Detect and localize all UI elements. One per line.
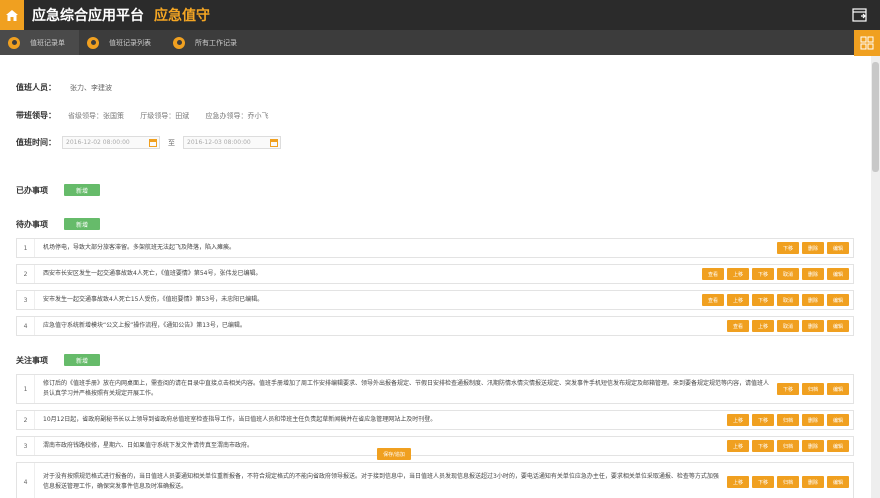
delete-button[interactable]: 删除 [802,320,824,332]
tab-all-work-records[interactable]: 所有工作记录 [165,30,251,55]
tab-duty-record[interactable]: 值班记录单 [0,30,79,55]
delete-button[interactable]: 删除 [802,476,824,488]
tab-bar: 值班记录单 值班记录列表 所有工作记录 [0,30,880,55]
add-done-button[interactable]: 新增 [64,184,100,196]
edit-button[interactable]: 编辑 [827,383,849,395]
start-date-input[interactable]: 2016-12-02 08:00:00 [62,136,160,149]
list-item: 4 应急值守系统新增模块“公文上报”操作流程，《通知公告》第13号，已编辑。 查… [16,316,854,336]
cancel-button[interactable]: 取消 [777,320,799,332]
calendar-icon[interactable] [149,139,157,147]
grid-menu-icon[interactable] [854,30,880,56]
list-icon [87,36,99,49]
move-up-button[interactable]: 上移 [752,320,774,332]
duty-personnel-row: 值班人员： 张力、李建波 [16,82,112,93]
list-item: 2 西安市长安区发生一起交通事故致4人死亡，《值班要情》第54号，张伟龙已编辑。… [16,264,854,284]
save-append-button[interactable]: 保存/追加 [377,448,411,460]
exit-icon[interactable] [852,7,868,22]
move-up-button[interactable]: 上移 [727,440,749,452]
leaders-label: 带班领导： [16,111,56,120]
move-down-button[interactable]: 下移 [752,414,774,426]
scrollbar[interactable] [871,56,880,498]
move-down-button[interactable]: 下移 [752,268,774,280]
tab-label: 值班记录单 [30,38,65,47]
list-item: 1 修订后的《值班手册》放在内网桌面上，需查阅的请在目录中直接点击相关内容。值班… [16,374,854,404]
move-down-button[interactable]: 下移 [752,294,774,306]
end-date-input[interactable]: 2016-12-03 08:00:00 [183,136,281,149]
view-button[interactable]: 查看 [702,268,724,280]
edit-button[interactable]: 编辑 [827,440,849,452]
done-label: 已办事项 [16,185,48,195]
home-icon[interactable] [0,0,24,30]
move-down-button[interactable]: 下移 [752,476,774,488]
archive-button[interactable]: 归档 [802,383,824,395]
list-item: 4 对于没有按照规范格式进行报备的，当日值班人员要通知相关单位重新报备，不符合规… [16,462,854,498]
delete-button[interactable]: 删除 [802,268,824,280]
personnel-label: 值班人员： [16,83,56,92]
cancel-button[interactable]: 取消 [777,294,799,306]
edit-button[interactable]: 编辑 [827,294,849,306]
personnel-value: 张力、李建波 [70,83,112,92]
main-content: 值班人员： 张力、李建波 带班领导： 省级领导：张国策 厅级领导：田斌 应急办领… [0,56,871,498]
focus-label: 关注事项 [16,355,48,365]
add-focus-button[interactable]: 新增 [64,354,100,366]
provincial-leader: 省级领导：张国策 [68,111,124,120]
cancel-button[interactable]: 取消 [777,268,799,280]
delete-button[interactable]: 删除 [802,294,824,306]
to-label: 至 [168,138,175,147]
app-title: 应急综合应用平台 [32,8,144,24]
view-button[interactable]: 查看 [702,294,724,306]
move-down-button[interactable]: 下移 [777,383,799,395]
move-down-button[interactable]: 下移 [752,440,774,452]
edit-button[interactable]: 编辑 [827,320,849,332]
delete-button[interactable]: 删除 [802,242,824,254]
scroll-thumb[interactable] [872,62,879,172]
records-icon [173,36,185,49]
delete-button[interactable]: 删除 [802,440,824,452]
tab-duty-record-list[interactable]: 值班记录列表 [79,30,165,55]
app-subtitle: 应急值守 [154,8,210,24]
archive-button[interactable]: 归档 [777,476,799,488]
leaders-list: 省级领导：张国策 厅级领导：田斌 应急办领导：乔小飞 [68,111,282,121]
archive-button[interactable]: 归档 [777,440,799,452]
done-section: 已办事项 新增 [16,184,100,196]
move-down-button[interactable]: 下移 [777,242,799,254]
move-up-button[interactable]: 上移 [727,294,749,306]
edit-button[interactable]: 编辑 [827,268,849,280]
focus-section: 关注事项 新增 [16,354,100,366]
time-label: 值班时间： [16,138,56,147]
edit-button[interactable]: 编辑 [827,476,849,488]
move-up-button[interactable]: 上移 [727,414,749,426]
emergency-office-leader: 应急办领导：乔小飞 [205,111,269,120]
leaders-row: 带班领导： 省级领导：张国策 厅级领导：田斌 应急办领导：乔小飞 [16,110,282,121]
list-item: 3 安市发生一起交通事故致4人死亡15人受伤，《值班要情》第53号，未忠阳已编辑… [16,290,854,310]
list-item: 3 渭南市政府钱路校修，星期六、日如果值守系统下发文件请传真至渭南市政府。 上移… [16,436,854,456]
edit-button[interactable]: 编辑 [827,414,849,426]
list-item: 2 10月12日起，省政府副秘书长以上领导到省政府总值班室检查指导工作，当日值班… [16,410,854,430]
move-up-button[interactable]: 上移 [727,268,749,280]
add-todo-button[interactable]: 新增 [64,218,100,230]
edit-button[interactable]: 编辑 [827,242,849,254]
delete-button[interactable]: 删除 [802,414,824,426]
todo-label: 待办事项 [16,219,48,229]
department-leader: 厅级领导：田斌 [140,111,190,120]
archive-button[interactable]: 归档 [777,414,799,426]
record-icon [8,36,20,49]
calendar-icon[interactable] [270,139,278,147]
tab-label: 值班记录列表 [109,38,151,47]
list-item: 1 机场停电，导致大部分旅客滞留。多架航班无法起飞及降落，陷入瘫痪。 下移 删除… [16,238,854,258]
top-bar: 应急综合应用平台 应急值守 [0,0,880,30]
move-up-button[interactable]: 上移 [727,476,749,488]
duty-time-row: 值班时间： 2016-12-02 08:00:00 至 2016-12-03 0… [16,136,281,149]
tab-label: 所有工作记录 [195,38,237,47]
view-button[interactable]: 查看 [727,320,749,332]
todo-section: 待办事项 新增 [16,218,100,230]
